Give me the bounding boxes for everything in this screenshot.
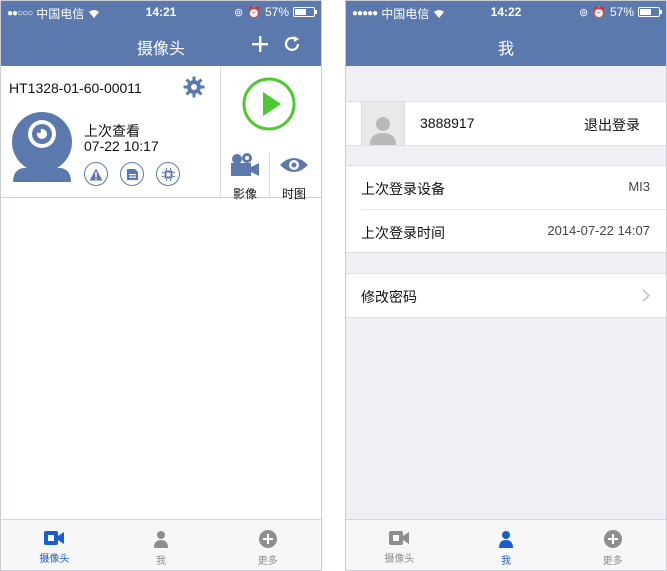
login-info-group: 上次登录设备 MI3 上次登录时间 2014-07-22 14:07 <box>346 165 666 253</box>
battery-icon <box>638 7 662 17</box>
camera-screen: ●●○○○ 中国电信 14:21 ⊚ ⏰ 57% 摄像头 HT1328-01-6… <box>0 0 322 571</box>
nav-bar: 摄像头 <box>1 23 321 66</box>
alarm-icon: ⏰ <box>592 6 606 19</box>
account-group: 3888917 退出登录 <box>346 101 666 146</box>
tab-camera[interactable]: 摄像头 <box>1 520 108 570</box>
camera-id: HT1328-01-60-00011 <box>9 80 142 96</box>
info-row: 上次登录设备 MI3 <box>346 166 666 209</box>
sd-card-icon[interactable] <box>120 162 144 186</box>
rotation-lock-icon: ⊚ <box>579 6 589 19</box>
add-camera-button[interactable] <box>249 33 271 55</box>
camera-icon <box>44 531 65 545</box>
status-right-group: ⊚ ⏰ 57% <box>579 5 662 19</box>
tab-label: 更多 <box>602 556 623 567</box>
tab-bar: 摄像头 我 更多 <box>346 519 666 570</box>
tab-camera[interactable]: 摄像头 <box>346 520 453 570</box>
tab-label: 更多 <box>257 556 278 567</box>
tab-label: 我 <box>501 556 511 567</box>
person-icon <box>499 531 513 548</box>
profile-screen: ●●●●● 中国电信 14:22 ⊚ ⏰ 57% 我 3888917 退出登录 … <box>345 0 667 571</box>
info-key: 上次登录设备 <box>361 181 445 197</box>
video-camera-icon <box>231 153 259 176</box>
video-label: 影像 <box>232 187 257 201</box>
nav-bar: 我 <box>346 23 666 66</box>
status-bar: ●●○○○ 中国电信 14:21 ⊚ ⏰ 57% <box>1 1 321 23</box>
logout-button[interactable]: 退出登录 <box>584 115 640 135</box>
camera-settings-button[interactable] <box>183 76 205 103</box>
plus-circle-icon <box>258 530 277 548</box>
alarm-icon: ⏰ <box>247 6 261 19</box>
password-group: 修改密码 <box>346 273 666 318</box>
gear-icon <box>183 76 205 98</box>
tab-label: 摄像头 <box>384 554 415 565</box>
info-value: 2014-07-22 14:07 <box>547 223 650 238</box>
camera-icon <box>389 531 410 545</box>
plus-circle-icon <box>603 530 622 548</box>
tab-bar: 摄像头 我 更多 <box>1 519 321 570</box>
change-password-row[interactable]: 修改密码 <box>346 274 666 317</box>
info-row: 上次登录时间 2014-07-22 14:07 <box>361 209 666 252</box>
battery-percent: 57% <box>609 5 634 19</box>
info-value: MI3 <box>628 179 650 194</box>
account-number: 3888917 <box>420 115 475 131</box>
chip-icon[interactable] <box>156 162 180 186</box>
page-title: 我 <box>497 41 514 58</box>
status-bar: ●●●●● 中国电信 14:22 ⊚ ⏰ 57% <box>346 1 666 23</box>
tab-me[interactable]: 我 <box>108 520 215 570</box>
play-button[interactable] <box>241 76 297 137</box>
chevron-right-icon <box>642 289 650 302</box>
refresh-icon <box>284 36 300 51</box>
video-button[interactable]: 影像 <box>221 152 269 202</box>
person-icon <box>154 531 168 548</box>
tab-more[interactable]: 更多 <box>559 520 666 570</box>
plus-icon <box>252 36 268 52</box>
person-placeholder-icon <box>370 117 396 145</box>
tab-more[interactable]: 更多 <box>214 520 321 570</box>
play-icon <box>242 77 296 131</box>
battery-icon <box>293 7 317 17</box>
page-title: 摄像头 <box>136 41 185 58</box>
info-key: 上次登录时间 <box>361 225 445 241</box>
tab-me[interactable]: 我 <box>453 520 560 570</box>
camera-status-icons <box>84 162 180 186</box>
rotation-lock-icon: ⊚ <box>234 6 244 19</box>
tab-label: 我 <box>156 556 166 567</box>
alert-icon[interactable] <box>84 162 108 186</box>
account-row: 3888917 退出登录 <box>346 102 666 145</box>
avatar <box>361 102 405 145</box>
eye-icon <box>280 158 308 172</box>
timeline-button[interactable]: 时图 <box>270 152 318 202</box>
status-right-group: ⊚ ⏰ 57% <box>234 5 317 19</box>
timeline-label: 时图 <box>281 187 306 201</box>
change-password-label: 修改密码 <box>361 289 417 305</box>
tab-label: 摄像头 <box>39 554 70 565</box>
battery-percent: 57% <box>264 5 289 19</box>
camera-device-icon <box>9 110 75 189</box>
refresh-button[interactable] <box>281 33 303 55</box>
last-viewed-time: 07-22 10:17 <box>84 138 159 154</box>
camera-card[interactable]: HT1328-01-60-00011 上次查看 07-22 10:17 影像 时… <box>1 66 321 201</box>
